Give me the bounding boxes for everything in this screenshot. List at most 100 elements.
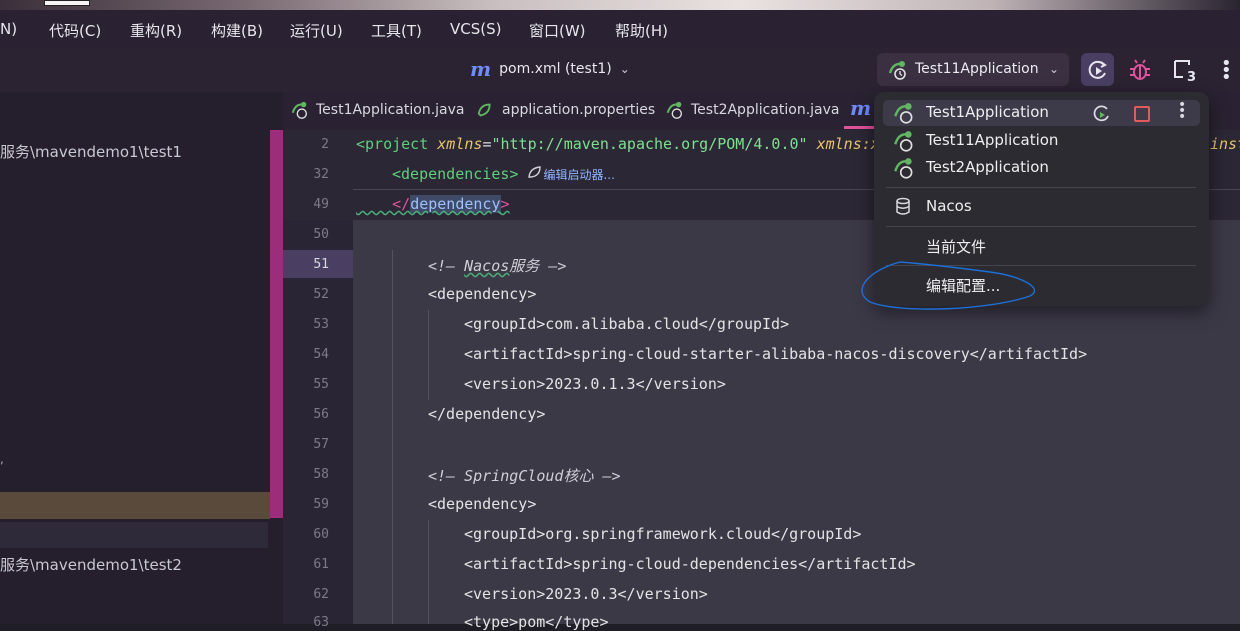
code-line-63: <type>pom</type> [464, 613, 609, 631]
line-number: 53 [313, 317, 329, 332]
run-config-selector[interactable]: Test11Application ⌄ [877, 53, 1069, 86]
run-with-coverage-button[interactable]: 3 [1168, 53, 1201, 86]
more-actions-icon[interactable]: • • • [1221, 55, 1232, 87]
window-chip [44, 0, 90, 6]
code-token: <!— [428, 467, 456, 485]
rerun-icon[interactable] [1092, 104, 1112, 124]
maven-icon: m [470, 57, 492, 81]
spring-boot-run-icon [666, 101, 683, 119]
code-line-60: <groupId>org.springframework.cloud</grou… [464, 525, 862, 543]
menu-tools[interactable]: 工具(T) [371, 20, 422, 41]
code-token: Nacos [464, 257, 510, 275]
more-options-icon[interactable]: • • • [1178, 98, 1186, 124]
rerun-button[interactable] [1081, 53, 1114, 86]
popup-item-test2application[interactable]: Test2Application [883, 155, 1200, 181]
line-number: 54 [313, 347, 329, 362]
code-token: <dependencies> [392, 165, 519, 183]
debug-button[interactable] [1123, 53, 1156, 86]
code-token: inst [1210, 135, 1240, 153]
line-number: 57 [313, 437, 329, 452]
code-token: > [500, 195, 510, 213]
popup-item-test11application[interactable]: Test11Application [883, 128, 1200, 154]
tab-test2application[interactable]: Test2Application.java [665, 100, 839, 120]
line-number: 56 [313, 407, 329, 422]
menu-help[interactable]: 帮助(H) [615, 20, 668, 41]
sidebar-highlighted-row[interactable] [0, 492, 270, 519]
spring-boot-run-icon [291, 101, 308, 119]
line-number: 60 [313, 527, 329, 542]
line-number: 62 [313, 587, 329, 602]
code-line-59: <dependency> [428, 495, 537, 513]
popup-item-label: Nacos [926, 197, 972, 215]
sidebar-change-marker [270, 130, 283, 518]
code-line-58: <!— SpringCloud核心 —> [428, 465, 621, 486]
code-line-49: </dependency> [356, 195, 510, 213]
menu-navigate[interactable]: N) [0, 20, 17, 38]
line-number: 52 [313, 287, 329, 302]
tab-test1application[interactable]: Test1Application.java [290, 100, 464, 120]
code-token: SpringCloud [464, 467, 564, 485]
code-line-61: <artifactId>spring-cloud-dependencies</a… [464, 555, 916, 573]
tab-label: Test2Application.java [691, 102, 840, 118]
code-token: </ [392, 195, 411, 213]
code-line-56: </dependency> [428, 405, 546, 423]
menu-run[interactable]: 运行(U) [290, 20, 343, 41]
tab-label: application.properties [502, 102, 656, 118]
code-token: 核心 [563, 467, 594, 485]
menu-vcs[interactable]: VCS(S) [450, 20, 501, 38]
line-number: 32 [313, 167, 329, 182]
line-number: 63 [313, 615, 329, 630]
sidebar-item-test2-path[interactable]: 服务\mavendemo1\test2 [0, 554, 182, 575]
spring-leaf-icon [528, 166, 542, 178]
popup-item-label: 编辑配置... [926, 277, 1001, 295]
tab-label: Test1Application.java [316, 102, 465, 118]
popup-item-label: 当前文件 [926, 238, 987, 256]
sidebar-item-test1-path[interactable]: 服务\mavendemo1\test1 [0, 141, 182, 162]
code-token: xmlns [437, 135, 483, 153]
spring-boot-run-icon [894, 103, 913, 124]
popup-item-nacos[interactable]: Nacos [883, 194, 1200, 220]
popup-item-label: Test2Application [926, 158, 1049, 176]
line-number: 50 [313, 227, 329, 242]
menu-bar: N) 代码(C) 重构(R) 构建(B) 运行(U) 工具(T) VCS(S) … [0, 10, 1240, 48]
sidebar-selected-row[interactable] [0, 522, 268, 548]
indent-guide [392, 250, 393, 624]
popup-item-current-file[interactable]: 当前文件 [883, 233, 1200, 259]
menu-window[interactable]: 窗口(W) [529, 20, 586, 41]
popup-item-test1application[interactable]: Test1Application • • • [883, 98, 1200, 126]
desktop-wallpaper-strip [0, 0, 1240, 10]
line-number: 49 [313, 197, 329, 212]
active-tab-indicator [844, 126, 876, 129]
popup-separator [886, 226, 1196, 227]
menu-code[interactable]: 代码(C) [49, 20, 101, 41]
code-token: dependency [410, 195, 501, 213]
popup-item-label: Test1Application [926, 103, 1049, 121]
run-config-popup: Test1Application • • • Test11Application T… [874, 92, 1209, 306]
menu-build[interactable]: 构建(B) [211, 20, 263, 41]
project-file-selector[interactable]: m pom.xml (test1) ⌄ [470, 57, 630, 81]
chevron-down-icon: ⌄ [619, 62, 630, 76]
spring-boot-run-icon [888, 61, 906, 80]
indent-guide [428, 520, 429, 624]
code-token: xmlns:x [816, 135, 880, 153]
code-token: 服务 [509, 257, 540, 275]
line-number: 61 [313, 557, 329, 572]
run-config-label: Test11Application [915, 61, 1039, 77]
tab-pom-xml[interactable]: m [850, 96, 871, 120]
code-line-32: <dependencies> 编辑启动器... [392, 165, 615, 183]
popup-item-label: Test11Application [926, 131, 1059, 149]
code-line-62: <version>2023.0.3</version> [464, 585, 708, 603]
line-number: 59 [313, 497, 329, 512]
code-token: "http://maven.apache.org/POM/4.0.0" [491, 135, 808, 153]
popup-separator [886, 187, 1196, 188]
maven-icon: m [850, 96, 872, 120]
menu-refactor[interactable]: 重构(R) [130, 20, 182, 41]
stop-icon[interactable] [1134, 106, 1150, 122]
spring-boot-run-icon [894, 158, 913, 179]
edit-starters-hint[interactable]: 编辑启动器... [543, 168, 614, 182]
code-token: —> [548, 257, 567, 275]
sidebar-tick: , [0, 452, 4, 466]
code-line-2-trailing: inst [1210, 135, 1240, 153]
tab-application-properties[interactable]: application.properties [476, 100, 655, 120]
popup-item-edit-configurations[interactable]: 编辑配置... [883, 272, 1200, 298]
